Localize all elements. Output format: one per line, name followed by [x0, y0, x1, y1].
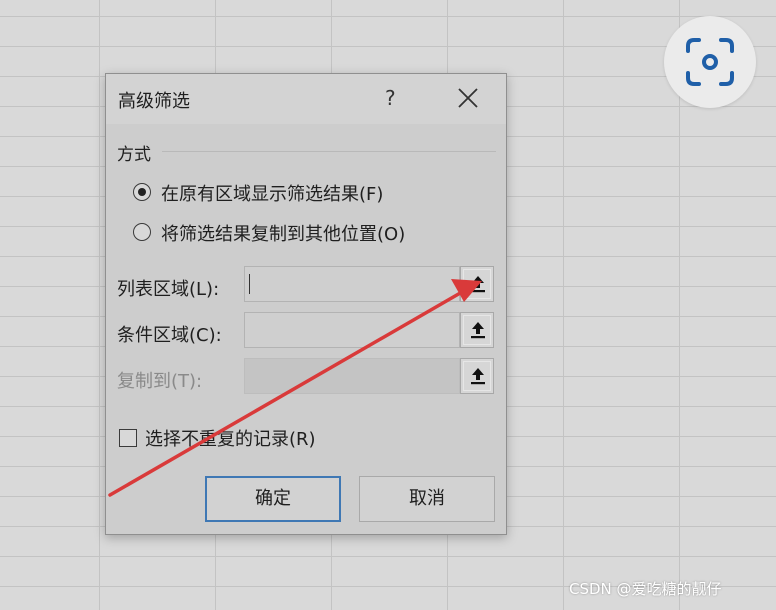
annotation-arrow [108, 279, 482, 497]
watermark: CSDN @爱吃糖的靓仔 [569, 580, 722, 598]
